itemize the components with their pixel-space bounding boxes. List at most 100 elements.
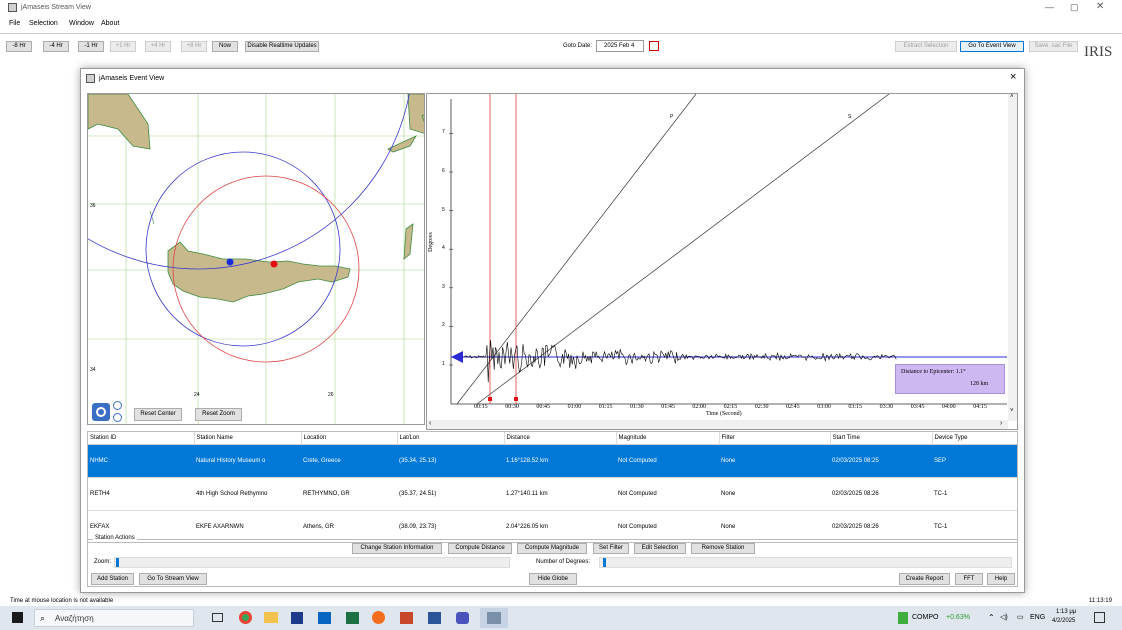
file-explorer-icon[interactable] [264,612,278,623]
table-cell: RETH4 [90,490,110,497]
table-cell: TC-1 [934,490,948,497]
set-filter-button[interactable]: Set Filter [593,543,629,554]
y-tick-label: 7 [442,129,445,136]
x-tick-label: 01:30 [630,404,644,410]
now-button[interactable]: Now [212,41,238,52]
event-window-close-icon[interactable]: × [1010,71,1016,83]
lat-label-34: 34 [90,367,96,373]
add-station-button[interactable]: Add Station [91,573,134,585]
table-cell: None [721,490,736,497]
col-device-type[interactable]: Device Type [932,432,1017,444]
chrome-icon[interactable] [239,611,252,624]
col-magnitude[interactable]: Magnitude [616,432,720,444]
zoom-out-icon[interactable] [113,413,122,422]
lon-label-26: 26 [328,392,334,398]
powerpoint-icon[interactable] [400,612,413,624]
goto-event-view-button[interactable]: Go To Event View [960,41,1024,52]
minus-8hr-button[interactable]: -8 Hr [6,41,32,52]
table-row[interactable]: NHMC Natural History Museum o Crete, Greec… [88,444,1017,477]
go-to-stream-view-button[interactable]: Go To Stream View [139,573,207,585]
station-marker-blue[interactable] [226,258,234,266]
scroll-up-icon[interactable]: ˄ [1010,94,1014,100]
plot-horizontal-scrollbar[interactable]: ‹ › [427,420,1008,429]
calendar-icon[interactable] [649,41,659,51]
menu-about[interactable]: About [101,20,119,27]
seismogram-waveform [462,340,897,383]
menu-file[interactable]: File [9,20,20,27]
task-view-icon[interactable] [212,613,223,622]
plus-1hr-button[interactable]: +1 Hr [110,41,136,52]
maximize-icon[interactable]: ▢ [1070,2,1079,13]
firefox-icon[interactable] [372,611,385,624]
notification-icon[interactable] [1094,612,1105,623]
col-distance[interactable]: Distance [504,432,617,444]
table-row[interactable]: RETH4 4th High School Rethymno RETHYMNO, G… [88,477,1017,510]
degrees-slider-thumb[interactable] [603,558,606,567]
pan-control-icon[interactable] [92,403,110,421]
network-icon[interactable]: ▭ [1017,613,1024,621]
remove-station-button[interactable]: Remove Station [691,543,755,554]
degrees-slider[interactable] [599,557,1012,568]
col-location[interactable]: Location [301,432,398,444]
table-cell: NHMC [90,457,108,464]
scroll-down-icon[interactable]: ˅ [1010,408,1014,414]
minimize-icon[interactable]: — [1045,2,1054,12]
event-window-title: jAmaseis Event View [99,75,165,82]
x-tick-label: 00:15 [474,404,488,410]
scroll-left-icon[interactable]: ‹ [429,420,431,427]
change-station-info-button[interactable]: Change Station Information [352,543,442,554]
minus-4hr-button[interactable]: -4 Hr [43,41,69,52]
selection-end-marker[interactable] [514,397,518,401]
store-icon[interactable] [291,612,303,624]
taskbar-date[interactable]: 4/2/2025 [1052,618,1075,624]
zoom-in-icon[interactable] [113,401,122,410]
iris-logo: IRIS [1084,44,1113,60]
help-button[interactable]: Help [987,573,1015,585]
word-icon[interactable] [428,612,441,624]
table-cell: Not Computed [618,490,657,497]
taskbar-time[interactable]: 1:13 μμ [1056,609,1076,615]
search-box[interactable]: ⌕ Αναζήτηση [34,609,194,627]
plot-vertical-scrollbar[interactable]: ˄ ˅ [1008,94,1017,421]
windows-start-icon[interactable] [12,612,23,623]
seismogram-plot-panel[interactable]: P S Degrees 1 2 3 4 5 6 7 00:15 00:30 00:45 01:00… [426,93,1018,430]
map-panel[interactable]: 36 34 24 26 Reset Center Reset Zoom [87,93,425,425]
reset-center-button[interactable]: Reset Center [134,408,182,421]
col-filter[interactable]: Filter [719,432,831,444]
disable-realtime-button[interactable]: Disable Realtime Updates [245,41,319,52]
zoom-slider-thumb[interactable] [116,558,119,567]
plus-8hr-button[interactable]: +8 Hr [181,41,207,52]
compute-magnitude-button[interactable]: Compute Magnitude [517,543,587,554]
save-sac-button[interactable]: Save .sac File [1029,41,1078,52]
reset-zoom-button[interactable]: Reset Zoom [195,408,242,421]
close-icon[interactable]: ✕ [1096,1,1104,12]
excel-icon[interactable] [346,612,359,624]
col-station-name[interactable]: Station Name [194,432,302,444]
edit-selection-button[interactable]: Edit Selection [634,543,686,554]
zoom-slider[interactable] [114,557,510,568]
language-indicator[interactable]: ENG [1030,614,1045,621]
menu-divider [0,33,1122,34]
extract-selection-button[interactable]: Extract Selection [895,41,957,52]
plus-4hr-button[interactable]: +4 Hr [145,41,171,52]
jamaseis-taskbar-icon[interactable] [480,608,508,628]
minus-1hr-button[interactable]: -1 Hr [78,41,104,52]
col-lat-lon[interactable]: Lat/Lon [397,432,505,444]
scroll-right-icon[interactable]: › [1000,420,1002,427]
goto-date-field[interactable]: 2025 Feb 4 [596,40,644,52]
col-start-time[interactable]: Start Time [830,432,933,444]
epicenter-marker-red[interactable] [270,260,278,268]
create-report-button[interactable]: Create Report [899,573,950,585]
col-station-id[interactable]: Station ID [88,432,195,444]
menu-window[interactable]: Window [69,20,94,27]
app-icon [8,3,17,12]
outlook-icon[interactable] [318,612,331,624]
volume-icon[interactable]: ◁) [1000,613,1008,621]
teams-icon[interactable] [456,612,469,624]
menu-selection[interactable]: Selection [29,20,58,27]
hide-globe-button[interactable]: Hide Globe [529,573,577,585]
selection-start-marker[interactable] [488,397,492,401]
fft-button[interactable]: FFT [955,573,983,585]
tray-chevron-icon[interactable]: ⌃ [988,613,995,622]
compute-distance-button[interactable]: Compute Distance [448,543,512,554]
